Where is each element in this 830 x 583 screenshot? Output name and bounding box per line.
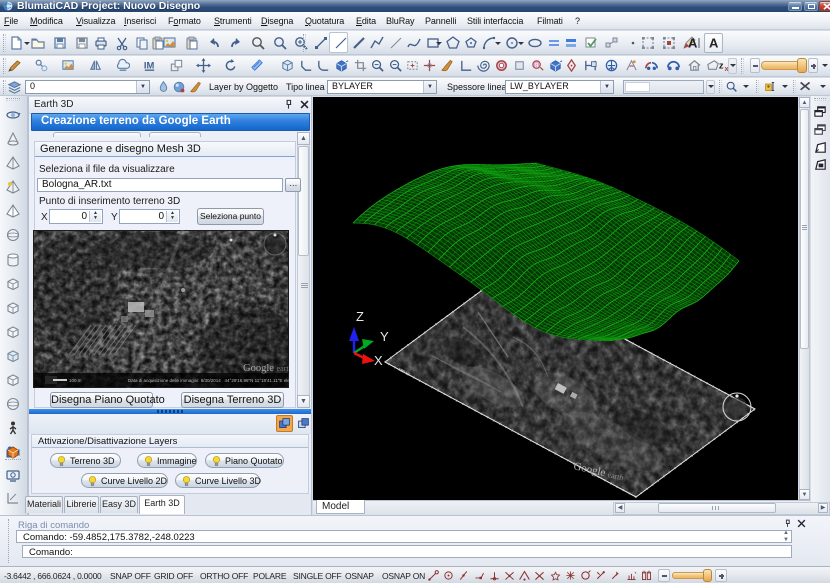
svg-text:9: 9 [535,62,539,69]
svg-text:z: z [719,60,724,70]
svg-text:Z: Z [356,309,364,324]
svg-text:X: X [374,353,383,368]
svg-text:A: A [688,36,698,51]
svg-text:Google earth: Google earth [243,363,289,374]
svg-text:Data di acquisizione delle imm: Data di acquisizione delle immagini: 8/3… [128,378,289,383]
svg-text:Y: Y [380,329,389,344]
svg-text:IM: IM [144,60,155,70]
svg-text:100 m: 100 m [69,378,82,383]
svg-text:A: A [709,36,719,51]
